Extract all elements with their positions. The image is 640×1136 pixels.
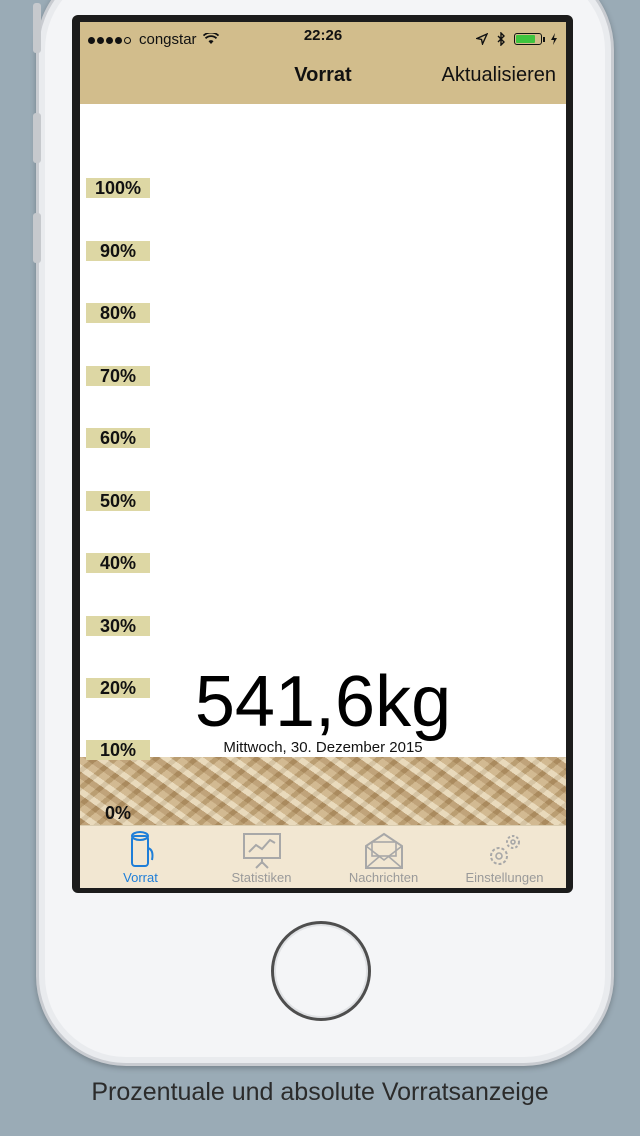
stock-amount: 541,6kg <box>194 662 452 742</box>
volume-up-button <box>33 113 41 163</box>
screenshot-caption: Prozentuale und absolute Vorratsanzeige <box>91 1078 549 1106</box>
stock-date: Mittwoch, 30. Dezember 2015 <box>223 739 423 756</box>
scale-label-0: 0% <box>104 803 131 823</box>
scale-label-30: 30% <box>86 616 150 636</box>
bluetooth-icon <box>497 32 505 46</box>
status-bar-right <box>476 26 558 52</box>
scale-label-90: 90% <box>86 241 150 261</box>
log-icon <box>130 831 153 867</box>
tab-statistiken-label: Statistiken <box>231 870 292 885</box>
chart-board-icon <box>242 833 281 869</box>
mute-switch <box>33 3 41 53</box>
scale-label-40: 40% <box>86 553 150 573</box>
app-screen: congstar 22:26 Vorrat Aktualisieren 100%… <box>80 22 566 888</box>
tab-nachrichten-label: Nachrichten <box>348 870 419 885</box>
scale-label-100: 100% <box>86 178 150 198</box>
battery-icon <box>514 33 545 45</box>
envelope-icon <box>364 832 403 869</box>
gear-icon <box>489 835 520 865</box>
pellet-fill-level <box>80 757 566 825</box>
tab-einstellungen[interactable]: Einstellungen <box>444 826 565 888</box>
tab-vorrat-label: Vorrat <box>123 870 158 885</box>
tab-statistiken[interactable]: Statistiken <box>201 826 322 888</box>
scale-label-60: 60% <box>86 428 150 448</box>
scale-label-50: 50% <box>86 491 150 511</box>
scale-label-70: 70% <box>86 366 150 386</box>
scale-label-80: 80% <box>86 303 150 323</box>
charging-bolt-icon <box>551 33 557 45</box>
navigation-bar: congstar 22:26 Vorrat Aktualisieren <box>80 22 566 104</box>
tab-vorrat[interactable]: Vorrat <box>80 826 201 888</box>
home-button[interactable] <box>271 921 371 1021</box>
volume-down-button <box>33 213 41 263</box>
tab-bar: Vorrat Statistiken Nachrichten Einstellu… <box>80 825 566 888</box>
refresh-button[interactable]: Aktualisieren <box>441 64 556 87</box>
tab-einstellungen-label: Einstellungen <box>465 870 544 885</box>
location-arrow-icon <box>476 33 488 45</box>
tab-nachrichten[interactable]: Nachrichten <box>323 826 444 888</box>
